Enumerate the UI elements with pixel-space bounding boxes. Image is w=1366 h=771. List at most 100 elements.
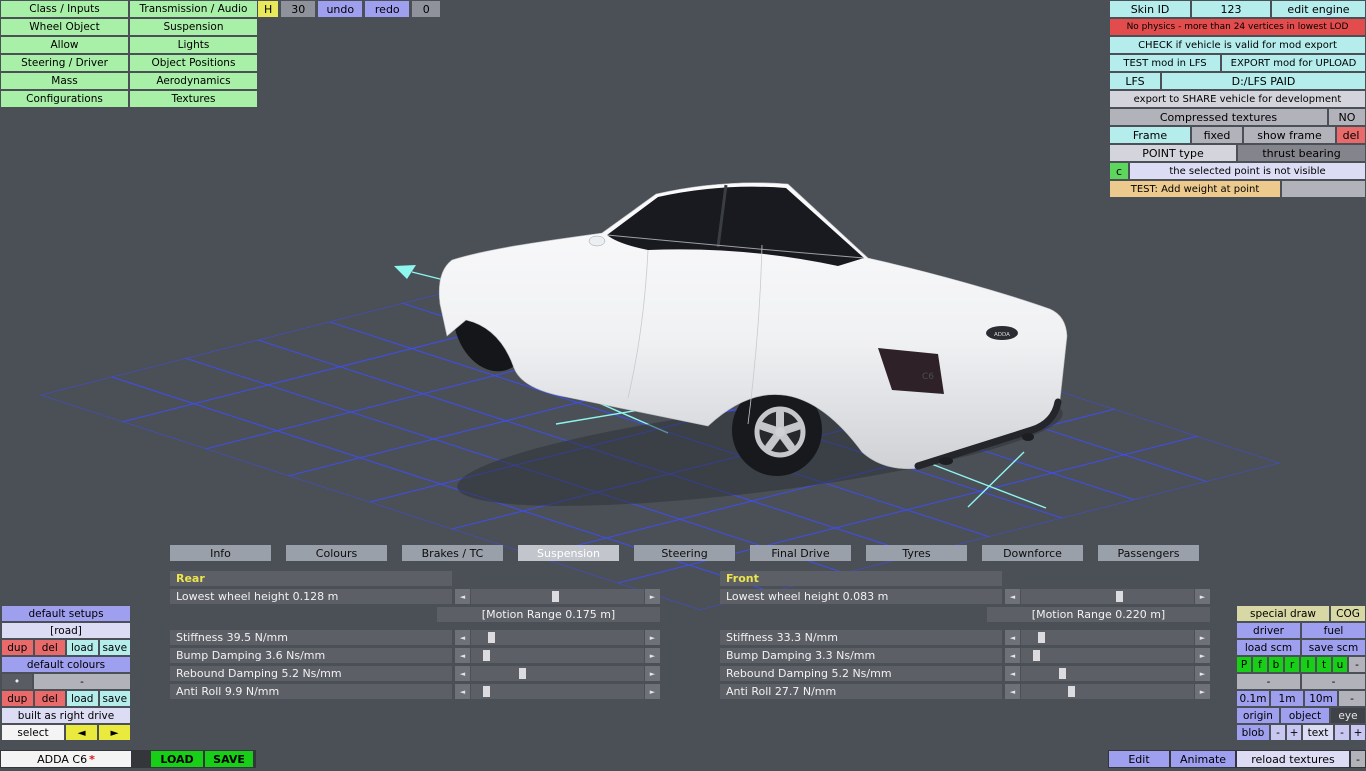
slider-knob[interactable] xyxy=(1116,591,1124,602)
menu-item-suspension[interactable]: Suspension xyxy=(130,19,257,35)
compressed-textures-button[interactable]: Compressed textures xyxy=(1110,109,1327,125)
increase-arrow-button[interactable]: ► xyxy=(1195,589,1210,604)
lfs-path-button[interactable]: D:/LFS PAID xyxy=(1162,73,1365,89)
driver-button[interactable]: driver xyxy=(1237,623,1300,638)
vehicle-name-button[interactable]: ADDA C6 * xyxy=(1,751,131,767)
slider-knob[interactable] xyxy=(1033,650,1041,661)
slider-knob[interactable] xyxy=(483,686,491,697)
slider-track[interactable] xyxy=(1021,684,1194,699)
slider-knob[interactable] xyxy=(1067,686,1075,697)
menu-item-configurations[interactable]: Configurations xyxy=(1,91,128,107)
decrease-arrow-button[interactable]: ◄ xyxy=(1005,648,1020,663)
blob-minus-button[interactable]: - xyxy=(1271,725,1285,740)
text-button[interactable]: text xyxy=(1303,725,1333,740)
tab-suspension[interactable]: Suspension xyxy=(518,545,619,561)
load-scm-button[interactable]: load scm xyxy=(1237,640,1300,655)
colours-load-button[interactable]: load xyxy=(67,691,98,706)
default-colours-button[interactable]: default colours xyxy=(2,657,130,672)
load-vehicle-button[interactable]: LOAD xyxy=(151,751,203,767)
decrease-arrow-button[interactable]: ◄ xyxy=(455,648,470,663)
menu-item-steering-driver[interactable]: Steering / Driver xyxy=(1,55,128,71)
undo-button[interactable]: undo xyxy=(318,1,363,17)
eye-button[interactable]: eye xyxy=(1331,708,1365,723)
setup-load-button[interactable]: load xyxy=(67,640,98,655)
animate-mode-button[interactable]: Animate xyxy=(1171,751,1235,767)
slider-knob[interactable] xyxy=(552,591,560,602)
slider-track[interactable] xyxy=(471,666,644,681)
tab-colours[interactable]: Colours xyxy=(286,545,387,561)
special-draw-button[interactable]: special draw xyxy=(1237,606,1329,621)
setup-del-button[interactable]: del xyxy=(34,640,65,655)
increase-arrow-button[interactable]: ► xyxy=(1195,648,1210,663)
draw-letter-l-button[interactable]: l xyxy=(1301,657,1315,672)
text-minus-button[interactable]: - xyxy=(1335,725,1349,740)
select-next-button[interactable]: ► xyxy=(99,725,130,740)
menu-item-wheel-object[interactable]: Wheel Object xyxy=(1,19,128,35)
h-toggle-button[interactable]: H xyxy=(258,1,279,17)
cog-button[interactable]: COG xyxy=(1331,606,1365,621)
test-weight-value[interactable] xyxy=(1282,181,1365,197)
car-model[interactable]: ADDA C6 xyxy=(438,182,1068,529)
colours-save-button[interactable]: save xyxy=(99,691,130,706)
menu-item-aerodynamics[interactable]: Aerodynamics xyxy=(130,73,257,89)
draw-letter-f-button[interactable]: f xyxy=(1253,657,1267,672)
slider-track[interactable] xyxy=(1021,648,1194,663)
slider-knob[interactable] xyxy=(1059,668,1067,679)
increase-arrow-button[interactable]: ► xyxy=(645,589,660,604)
increase-arrow-button[interactable]: ► xyxy=(645,630,660,645)
colours-dup-button[interactable]: dup xyxy=(2,691,33,706)
lfs-button[interactable]: LFS xyxy=(1110,73,1160,89)
reload-textures-button[interactable]: reload textures xyxy=(1237,751,1349,767)
frame-fixed-button[interactable]: fixed xyxy=(1192,127,1242,143)
increase-arrow-button[interactable]: ► xyxy=(645,648,660,663)
tab-steering[interactable]: Steering xyxy=(634,545,735,561)
frame-button[interactable]: Frame xyxy=(1110,127,1190,143)
default-setups-button[interactable]: default setups xyxy=(2,606,130,621)
decrease-arrow-button[interactable]: ◄ xyxy=(455,684,470,699)
dash-left-button[interactable]: - xyxy=(1237,674,1300,689)
text-plus-button[interactable]: + xyxy=(1351,725,1365,740)
slider-track[interactable] xyxy=(1021,666,1194,681)
setup-name-button[interactable]: [road] xyxy=(2,623,130,638)
blob-button[interactable]: blob xyxy=(1237,725,1269,740)
h-value[interactable]: 30 xyxy=(281,1,316,17)
point-type-button[interactable]: POINT type xyxy=(1110,145,1236,161)
draw-letter-r-button[interactable]: r xyxy=(1285,657,1299,672)
edit-engine-button[interactable]: edit engine xyxy=(1272,1,1365,17)
dash-right-button[interactable]: - xyxy=(1302,674,1365,689)
select-button[interactable]: select xyxy=(2,725,64,740)
menu-item-object-positions[interactable]: Object Positions xyxy=(130,55,257,71)
save-scm-button[interactable]: save scm xyxy=(1302,640,1365,655)
decrease-arrow-button[interactable]: ◄ xyxy=(455,630,470,645)
draw-letter-t-button[interactable]: t xyxy=(1317,657,1331,672)
increase-arrow-button[interactable]: ► xyxy=(1195,630,1210,645)
redo-button[interactable]: redo xyxy=(365,1,410,17)
tab-passengers[interactable]: Passengers xyxy=(1098,545,1199,561)
skin-id-value[interactable]: 123 xyxy=(1192,1,1270,17)
scale-dash-button[interactable]: - xyxy=(1339,691,1365,706)
increase-arrow-button[interactable]: ► xyxy=(645,666,660,681)
slider-track[interactable] xyxy=(471,684,644,699)
colours-del-button[interactable]: del xyxy=(34,691,65,706)
setup-dup-button[interactable]: dup xyxy=(2,640,33,655)
decrease-arrow-button[interactable]: ◄ xyxy=(1005,589,1020,604)
decrease-arrow-button[interactable]: ◄ xyxy=(455,666,470,681)
menu-item-allow[interactable]: Allow xyxy=(1,37,128,53)
menu-item-class-inputs[interactable]: Class / Inputs xyxy=(1,1,128,17)
test-weight-button[interactable]: TEST: Add weight at point xyxy=(1110,181,1280,197)
slider-knob[interactable] xyxy=(483,650,491,661)
history-count[interactable]: 0 xyxy=(412,1,441,17)
export-mod-button[interactable]: EXPORT mod for UPLOAD xyxy=(1222,55,1365,71)
tab-downforce[interactable]: Downforce xyxy=(982,545,1083,561)
draw-letter-dash-button[interactable]: - xyxy=(1349,657,1365,672)
blob-plus-button[interactable]: + xyxy=(1287,725,1301,740)
object-button[interactable]: object xyxy=(1281,708,1329,723)
increase-arrow-button[interactable]: ► xyxy=(645,684,660,699)
slider-knob[interactable] xyxy=(488,632,496,643)
check-vehicle-button[interactable]: CHECK if vehicle is valid for mod export xyxy=(1110,37,1365,53)
draw-letter-b-button[interactable]: b xyxy=(1269,657,1283,672)
frame-del-button[interactable]: del xyxy=(1337,127,1365,143)
skin-id-button[interactable]: Skin ID xyxy=(1110,1,1190,17)
select-prev-button[interactable]: ◄ xyxy=(66,725,97,740)
tab-brakes-tc[interactable]: Brakes / TC xyxy=(402,545,503,561)
